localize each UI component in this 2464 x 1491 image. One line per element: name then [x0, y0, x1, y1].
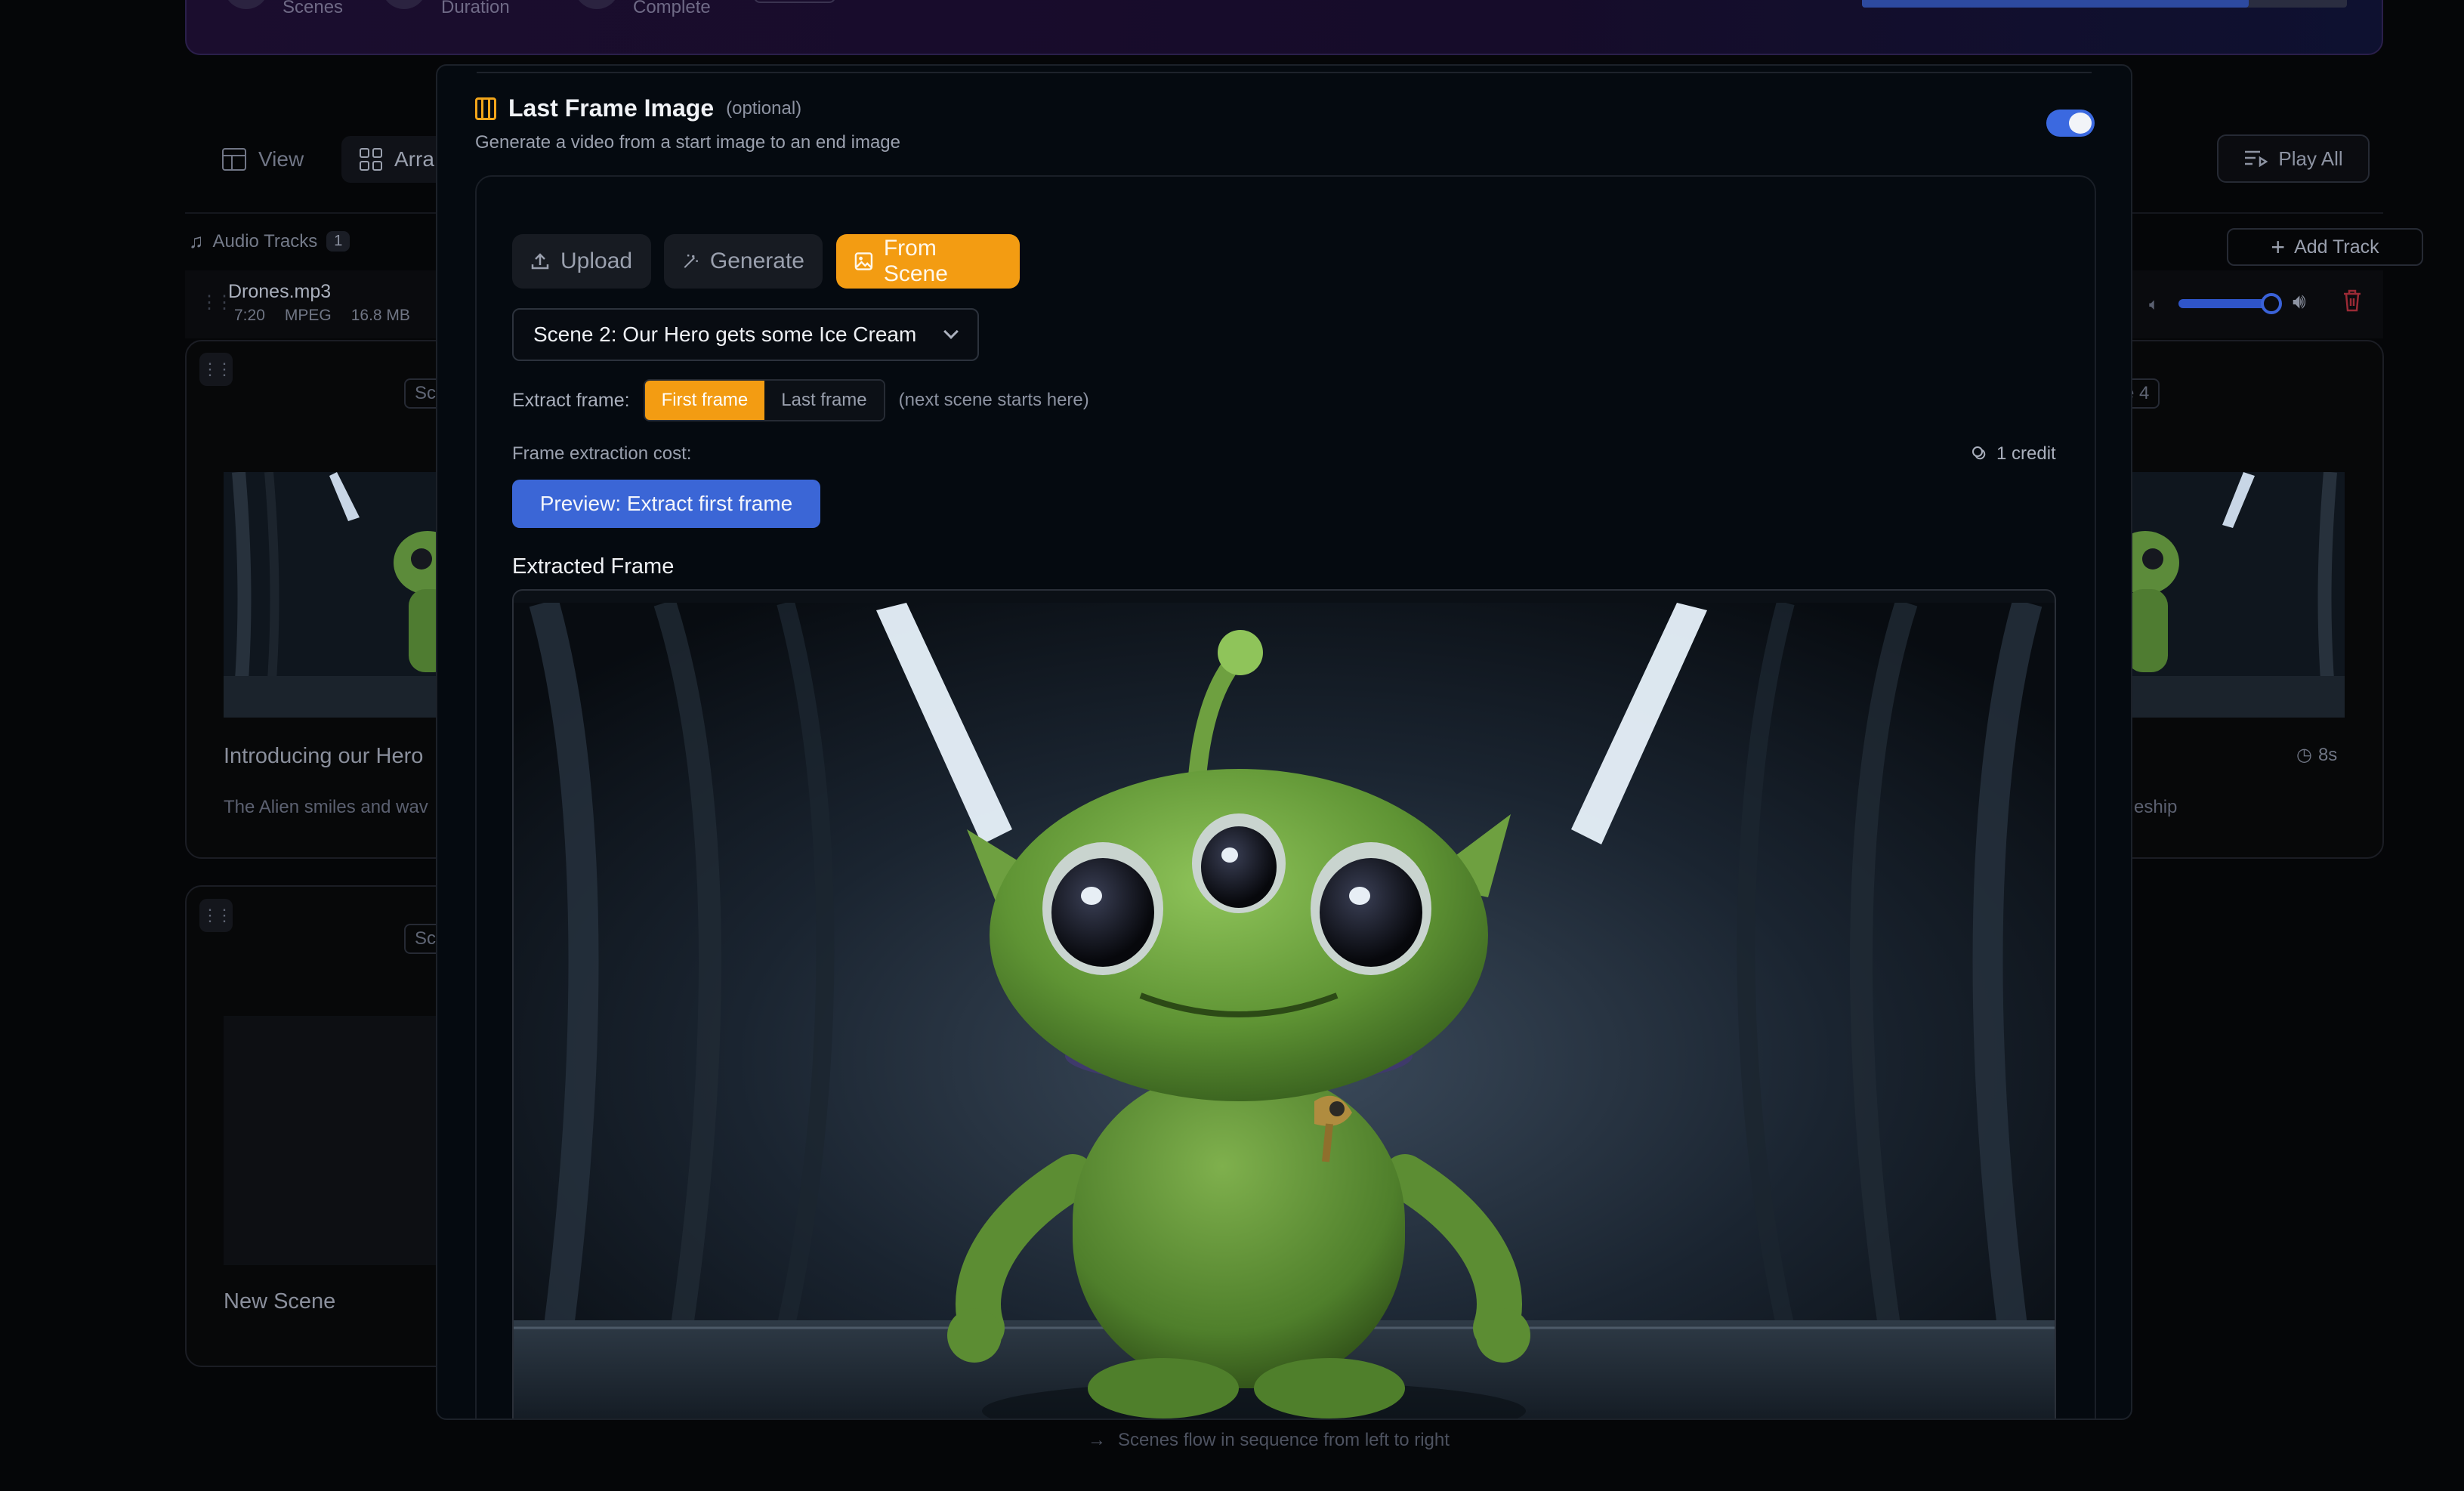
from-scene-label: From Scene [883, 236, 948, 286]
track-format: MPEG [284, 307, 332, 324]
add-track-button[interactable]: + Add Track [2227, 228, 2423, 266]
scene-thumbnail [224, 472, 450, 718]
film-icon [475, 97, 496, 120]
audio-tracks-label: Audio Tracks [212, 230, 318, 252]
alien-frame-illustration [514, 603, 2055, 1418]
modal-subtitle: Generate a video from a start image to a… [475, 132, 900, 153]
arrow-right-icon: → [1088, 1430, 1106, 1450]
preview-extract-button[interactable]: Preview: Extract first frame [512, 480, 820, 528]
credit-cost: 1 credit [1971, 443, 2056, 465]
drag-handle-icon[interactable]: ⋮⋮ [200, 292, 233, 313]
progress-fill [1862, 0, 2249, 8]
volume-high-icon[interactable]: 🔊︎ [2293, 289, 2306, 314]
audio-tracks-header: ♫ Audio Tracks 1 [189, 230, 350, 253]
empty-scene-thumbnail [224, 1016, 450, 1265]
clock-icon: ◷ [2296, 745, 2312, 765]
playlist-icon [2245, 150, 2268, 168]
first-frame-option[interactable]: First frame [644, 381, 765, 420]
volume-slider-handle[interactable] [2261, 293, 2282, 314]
duration-stat-label: Duration [441, 0, 510, 17]
project-header [185, 0, 2383, 55]
optional-tag: (optional) [726, 97, 802, 119]
last-frame-modal: Last Frame Image (optional) Generate a v… [436, 64, 2132, 1420]
drag-handle-icon[interactable]: ⋮⋮ [199, 899, 233, 932]
tab-view-label: View [258, 147, 304, 171]
extracted-frame-image [512, 589, 2056, 1418]
toggle-knob [2069, 113, 2092, 134]
volume-low-icon: 🔈︎ [2149, 295, 2160, 313]
scene-select-value: Scene 2: Our Hero gets some Ice Cream [533, 323, 917, 346]
image-icon [854, 252, 873, 270]
track-meta: 7:20 MPEG 16.8 MB [234, 307, 410, 325]
coins-icon [1972, 446, 1986, 460]
extract-frame-label: Extract frame: [512, 389, 630, 411]
from-scene-tab[interactable]: From Scene [836, 234, 1020, 289]
scene-select[interactable]: Scene 2: Our Hero gets some Ice Cream [512, 308, 979, 361]
tab-arrange-label: Arra [394, 147, 434, 171]
upload-tab[interactable]: Upload [512, 234, 651, 289]
add-track-label: Add Track [2294, 236, 2379, 258]
volume-slider[interactable] [2178, 299, 2274, 308]
scene-thumbnail [2130, 472, 2345, 718]
preview-button-label: Preview: Extract first frame [539, 492, 793, 515]
upload-label: Upload [560, 248, 633, 273]
upload-icon [531, 253, 549, 270]
track-size: 16.8 MB [350, 307, 410, 324]
scene-description: eship [2134, 797, 2178, 817]
track-duration: 7:20 [234, 307, 265, 324]
credit-value: 1 credit [1996, 443, 2056, 464]
scene-title: New Scene [224, 1289, 336, 1314]
view-layout-icon [222, 148, 246, 171]
audio-track-count: 1 [326, 231, 350, 252]
modal-title: Last Frame Image [508, 94, 715, 122]
last-frame-option[interactable]: Last frame [764, 381, 884, 420]
extracted-frame-label: Extracted Frame [512, 554, 675, 579]
frame-hint: (next scene starts here) [898, 390, 1089, 410]
delete-track-icon[interactable] [2342, 289, 2363, 319]
scene-duration-value: 8s [2317, 744, 2338, 765]
music-note-icon: ♫ [189, 230, 204, 252]
flow-note-text: Scenes flow in sequence from left to rig… [1118, 1430, 1450, 1450]
extract-frame-row: Extract frame: First frame Last frame (n… [512, 379, 1089, 421]
frame-selector: First frame Last frame [643, 379, 885, 421]
flow-note: → Scenes flow in sequence from left to r… [1088, 1430, 1450, 1451]
generate-label: Generate [709, 248, 804, 273]
play-all-label: Play All [2278, 147, 2343, 170]
cost-label: Frame extraction cost: [512, 443, 692, 464]
drag-handle-icon[interactable]: ⋮⋮ [199, 353, 233, 386]
modal-divider [477, 72, 2092, 73]
complete-stat-label: Complete [633, 0, 711, 17]
scene-duration: ◷ 8s [2296, 744, 2337, 766]
generate-tab[interactable]: Generate [664, 234, 823, 289]
scene-description: The Alien smiles and wav [224, 797, 428, 817]
tab-view[interactable]: View [204, 136, 322, 183]
scenes-stat-label: Scenes [283, 0, 344, 17]
track-name: Drones.mp3 [228, 281, 332, 302]
scene-title: Introducing our Hero [224, 744, 424, 768]
chevron-down-icon [943, 324, 959, 339]
magic-wand-icon [684, 255, 698, 268]
header-button[interactable] [754, 0, 835, 3]
plus-icon: + [2271, 233, 2286, 261]
play-all-button[interactable]: Play All [2217, 134, 2370, 183]
modal-header: Last Frame Image (optional) [475, 94, 801, 122]
grid-icon [360, 148, 382, 171]
